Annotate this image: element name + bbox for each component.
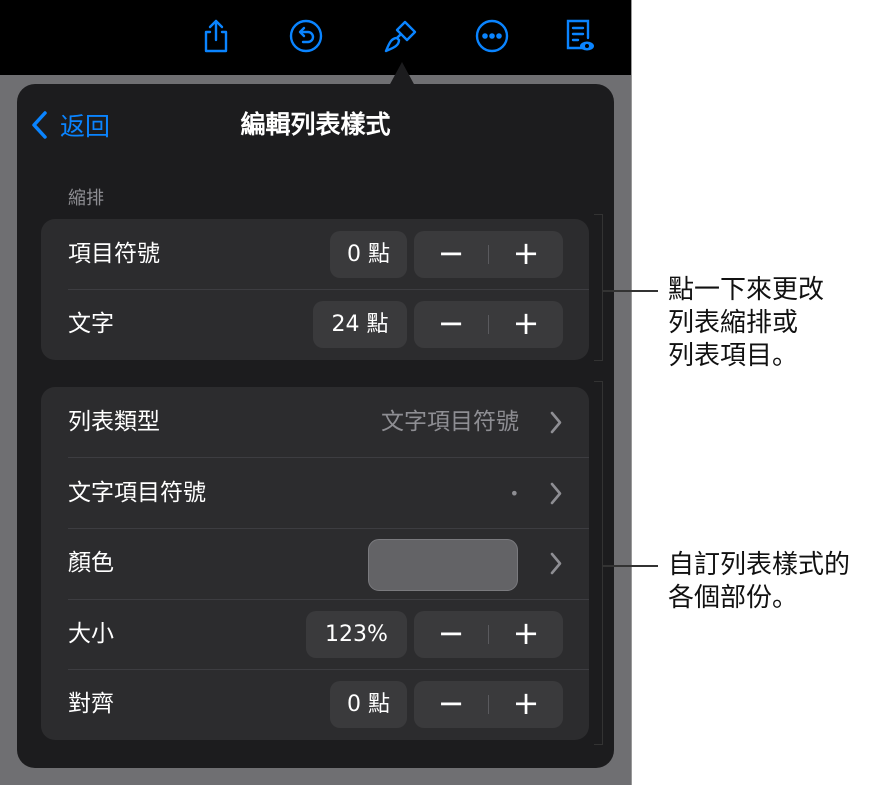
callout-line-text: 點一下來更改 — [668, 275, 825, 305]
indent-section-label: 縮排 — [68, 188, 104, 209]
callout-line-text: 列表縮排或 — [668, 308, 799, 338]
callout-line-text: 各個部份。 — [668, 583, 799, 613]
callout-line-bottom — [603, 565, 658, 567]
decrement-button[interactable]: − — [414, 231, 488, 278]
indent-group: 項目符號 0 點 − + 文字 24 點 − + — [41, 219, 589, 360]
row-label: 顏色 — [68, 550, 114, 576]
format-brush-icon[interactable] — [381, 16, 421, 56]
undo-icon[interactable] — [286, 16, 326, 56]
row-label: 大小 — [68, 621, 114, 647]
callout-bracket-top — [594, 214, 603, 361]
more-icon[interactable] — [472, 16, 512, 56]
color-swatch[interactable] — [368, 539, 518, 591]
decrement-button[interactable]: − — [414, 301, 488, 348]
value-field[interactable]: 0 點 — [330, 231, 407, 278]
share-icon[interactable] — [196, 16, 236, 56]
list-style-group: 列表類型 文字項目符號 文字項目符號 • 顏色 大小 123% − + 對齊 0… — [41, 387, 589, 740]
list-type-row[interactable]: 列表類型 文字項目符號 — [41, 387, 589, 458]
value-field[interactable]: 0 點 — [330, 681, 407, 728]
bullet-text-row[interactable]: 文字項目符號 • — [41, 458, 589, 529]
popover-title: 編輯列表樣式 — [240, 110, 391, 139]
reader-view-icon[interactable] — [558, 16, 598, 56]
list-type-value: 文字項目符號 — [381, 409, 519, 435]
row-label: 項目符號 — [68, 241, 160, 267]
bullet-value: • — [509, 484, 519, 503]
align-row: 對齊 0 點 − + — [41, 669, 589, 740]
callout-bracket-bottom — [594, 381, 603, 745]
indent-row-text: 文字 24 點 − + — [41, 289, 589, 360]
row-label: 文字項目符號 — [68, 480, 206, 506]
stepper: − + — [414, 681, 563, 728]
callout-top: 點一下來更改 列表縮排或 列表項目。 — [668, 274, 824, 373]
row-label: 列表類型 — [68, 409, 160, 435]
callout-line-top — [603, 290, 658, 292]
chevron-right-icon — [550, 552, 562, 575]
callout-line-text: 自訂列表樣式的 — [668, 550, 851, 580]
toolbar — [0, 0, 631, 75]
increment-button[interactable]: + — [489, 681, 563, 728]
row-label: 對齊 — [68, 691, 114, 717]
size-row: 大小 123% − + — [41, 599, 589, 670]
chevron-right-icon — [550, 411, 562, 434]
indent-row-bullet: 項目符號 0 點 − + — [41, 219, 589, 290]
app-screen: 返回 編輯列表樣式 縮排 項目符號 0 點 − + 文字 24 點 − + 列表… — [0, 0, 632, 785]
chevron-right-icon — [550, 482, 562, 505]
stepper: − + — [414, 611, 563, 658]
value-field[interactable]: 24 點 — [313, 301, 407, 348]
decrement-button[interactable]: − — [414, 681, 488, 728]
stepper: − + — [414, 231, 563, 278]
callout-line-text: 列表項目。 — [668, 341, 799, 371]
stepper: − + — [414, 301, 563, 348]
decrement-button[interactable]: − — [414, 611, 488, 658]
popover-arrow — [389, 62, 415, 86]
value-field[interactable]: 123% — [306, 611, 407, 658]
color-row[interactable]: 顏色 — [41, 528, 589, 599]
increment-button[interactable]: + — [489, 301, 563, 348]
callout-bottom: 自訂列表樣式的 各個部份。 — [668, 549, 850, 615]
increment-button[interactable]: + — [489, 231, 563, 278]
row-label: 文字 — [68, 311, 114, 337]
increment-button[interactable]: + — [489, 611, 563, 658]
